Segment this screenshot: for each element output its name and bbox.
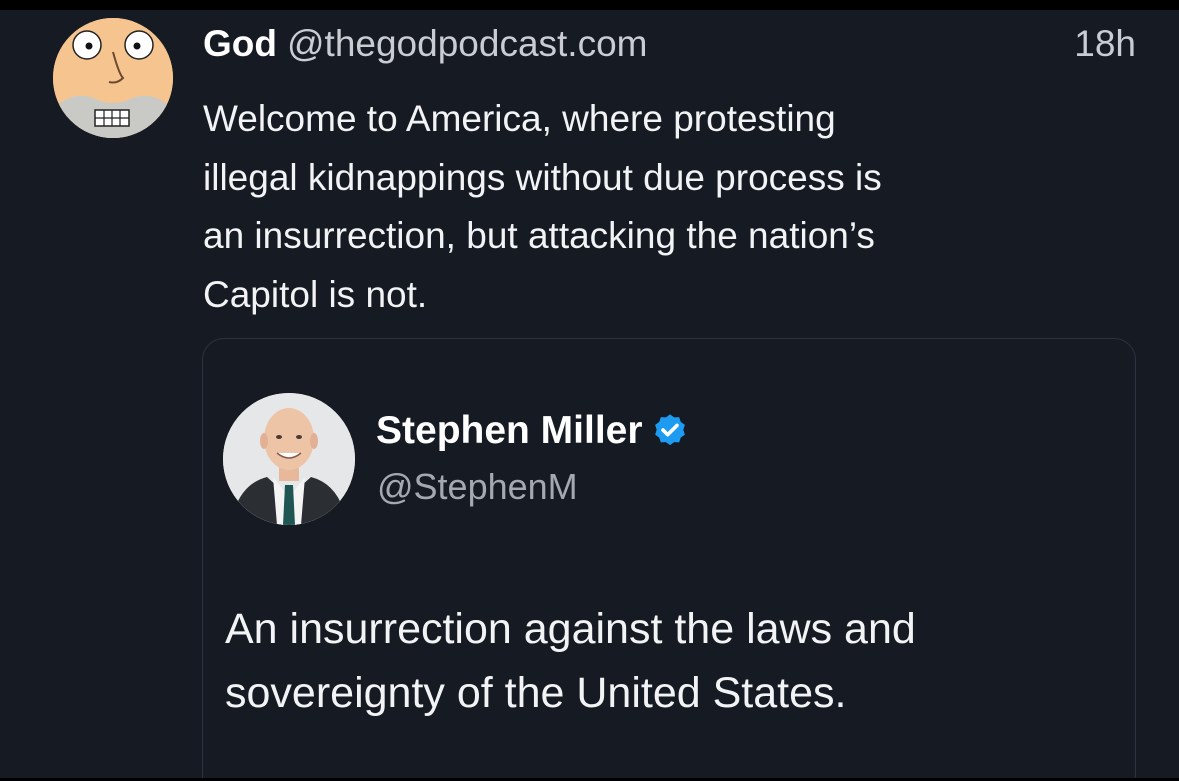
quoted-post-text: An insurrection against the laws and sov…: [225, 597, 916, 725]
post-timestamp[interactable]: 18h: [1074, 22, 1136, 66]
post-text-line: illegal kidnappings without due process …: [203, 156, 882, 198]
post-text-line: Capitol is not.: [203, 273, 428, 315]
app-screen: God @thegodpodcast.com 18h Welcome to Ame…: [0, 10, 1179, 778]
author-avatar[interactable]: [53, 18, 173, 138]
quoted-post-text-line: sovereignty of the United States.: [225, 669, 847, 717]
post[interactable]: God @thegodpodcast.com 18h Welcome to Ame…: [0, 10, 1179, 778]
post-text: Welcome to America, where protesting ill…: [203, 90, 1103, 324]
verified-badge-icon: [654, 414, 685, 446]
post-text-line: an insurrection, but attacking the natio…: [203, 215, 875, 256]
quoted-author-name[interactable]: Stephen Miller: [376, 406, 643, 456]
post-header: God @thegodpodcast.com: [203, 22, 1138, 66]
post-text-line: Welcome to America, where protesting: [203, 98, 836, 139]
profile-photo-avatar-icon: [223, 393, 355, 525]
quoted-author-avatar[interactable]: [223, 393, 355, 525]
quoted-post-text-line: An insurrection against the laws and: [225, 605, 916, 653]
author-name[interactable]: God: [203, 23, 277, 64]
cartoon-face-avatar-icon: [53, 18, 173, 138]
quoted-post-card[interactable]: Stephen Miller @StephenM An insurrection…: [202, 338, 1136, 778]
author-handle[interactable]: @thegodpodcast.com: [287, 23, 648, 64]
quoted-author-handle[interactable]: @StephenM: [377, 465, 578, 509]
quoted-author-name-row: Stephen Miller: [376, 406, 689, 456]
